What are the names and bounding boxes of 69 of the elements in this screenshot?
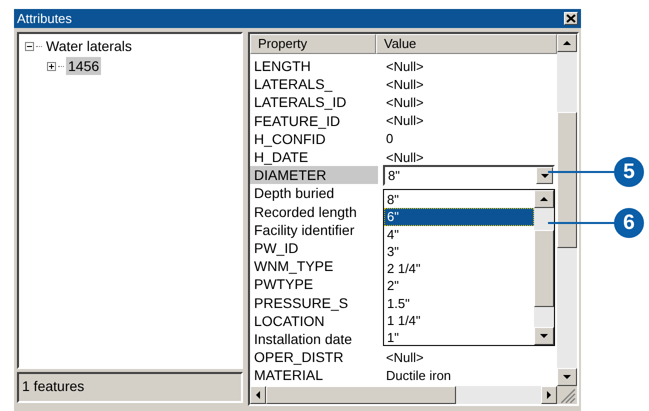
horizontal-scrollbar[interactable]	[250, 386, 577, 404]
tree-item[interactable]: Water laterals	[44, 37, 134, 55]
vertical-scrollbar[interactable]	[557, 34, 577, 386]
caret-left-icon	[256, 391, 260, 399]
table-cell[interactable]: H_DATE	[250, 148, 378, 166]
scroll-thumb[interactable]	[534, 230, 554, 307]
leader-line	[548, 222, 616, 224]
table-cell-text: <Null>	[385, 350, 424, 365]
table-cell-text: <Null>	[385, 58, 424, 74]
table-cell[interactable]: WNM_TYPE	[250, 257, 378, 276]
list-option[interactable]: 1.5"	[384, 294, 534, 312]
table-cell[interactable]: LATERALS_ID	[250, 93, 378, 112]
table-cell[interactable]: FEATURE_ID	[250, 112, 378, 130]
tree-item[interactable]: 1456	[66, 57, 102, 75]
list-option[interactable]: 8"	[384, 191, 534, 208]
table-cell-text: Ductile iron	[385, 368, 452, 383]
table-cell[interactable]: H_CONFID	[250, 130, 378, 148]
table-cell[interactable]: PRESSURE_S	[250, 294, 378, 312]
column-header[interactable]: Value	[376, 34, 557, 54]
caret-down-icon	[540, 174, 548, 178]
table-cell-text: <Null>	[385, 76, 424, 92]
table-cell[interactable]: Installation date	[250, 330, 378, 348]
table-cell[interactable]: DIAMETER	[250, 166, 378, 184]
table-cell[interactable]: PWTYPE	[250, 275, 378, 294]
table-cell[interactable]: Depth buried	[250, 184, 378, 202]
scroll-up-button[interactable]	[557, 34, 577, 52]
table-cell[interactable]: Recorded length	[250, 202, 378, 221]
callout-badge: 5	[614, 157, 644, 187]
collapse-icon[interactable]	[25, 42, 34, 50]
table-cell[interactable]: LATERALS_	[250, 75, 378, 94]
expand-icon[interactable]	[47, 62, 56, 70]
list-option[interactable]: 6"	[384, 208, 534, 226]
table-cell[interactable]: Facility identifier	[250, 220, 378, 239]
column-header[interactable]: Property	[250, 34, 376, 54]
list-option[interactable]: 2"	[384, 277, 534, 295]
list-option[interactable]: 2 1/4"	[384, 260, 534, 278]
table-cell-text: <Null>	[385, 94, 424, 110]
table-cell[interactable]: OPER_DISTR	[250, 348, 378, 366]
list-option[interactable]: 3"	[384, 242, 534, 260]
table-cell[interactable]: MATERIAL	[250, 366, 378, 384]
window-title: Attributes	[17, 11, 72, 26]
scroll-right-button[interactable]	[541, 386, 557, 404]
scroll-thumb[interactable]	[557, 112, 577, 248]
caret-down-icon	[540, 334, 548, 338]
list-scrollbar[interactable]	[534, 190, 554, 345]
dropdown-button[interactable]	[536, 167, 553, 184]
scroll-left-button[interactable]	[250, 386, 266, 404]
leader-line	[548, 171, 616, 173]
resize-grip-icon[interactable]	[557, 386, 577, 404]
table-cell[interactable]: LOCATION	[250, 312, 378, 330]
caret-down-icon	[563, 375, 571, 379]
table-cell-text: <Null>	[385, 113, 424, 128]
table-cell[interactable]: PW_ID	[250, 238, 378, 257]
table-cell-text: 0	[385, 131, 394, 146]
dropdown-field[interactable]: 8"	[383, 165, 555, 186]
caret-up-icon	[563, 41, 571, 45]
callout-badge: 6	[614, 208, 644, 238]
list-option[interactable]: 1 1/4"	[384, 312, 534, 330]
scroll-up-button[interactable]	[534, 190, 554, 208]
caret-right-icon	[547, 391, 551, 399]
list-option[interactable]: 1"	[384, 329, 534, 347]
list-option[interactable]: 4"	[384, 226, 534, 243]
scroll-thumb[interactable]	[266, 386, 456, 404]
caret-up-icon	[540, 197, 548, 201]
table-cell[interactable]: LENGTH	[250, 57, 378, 76]
table-cell-text: <Null>	[385, 150, 424, 165]
scroll-down-button[interactable]	[534, 327, 554, 345]
scroll-down-button[interactable]	[557, 368, 577, 386]
status-bar: 1 features	[17, 372, 243, 403]
